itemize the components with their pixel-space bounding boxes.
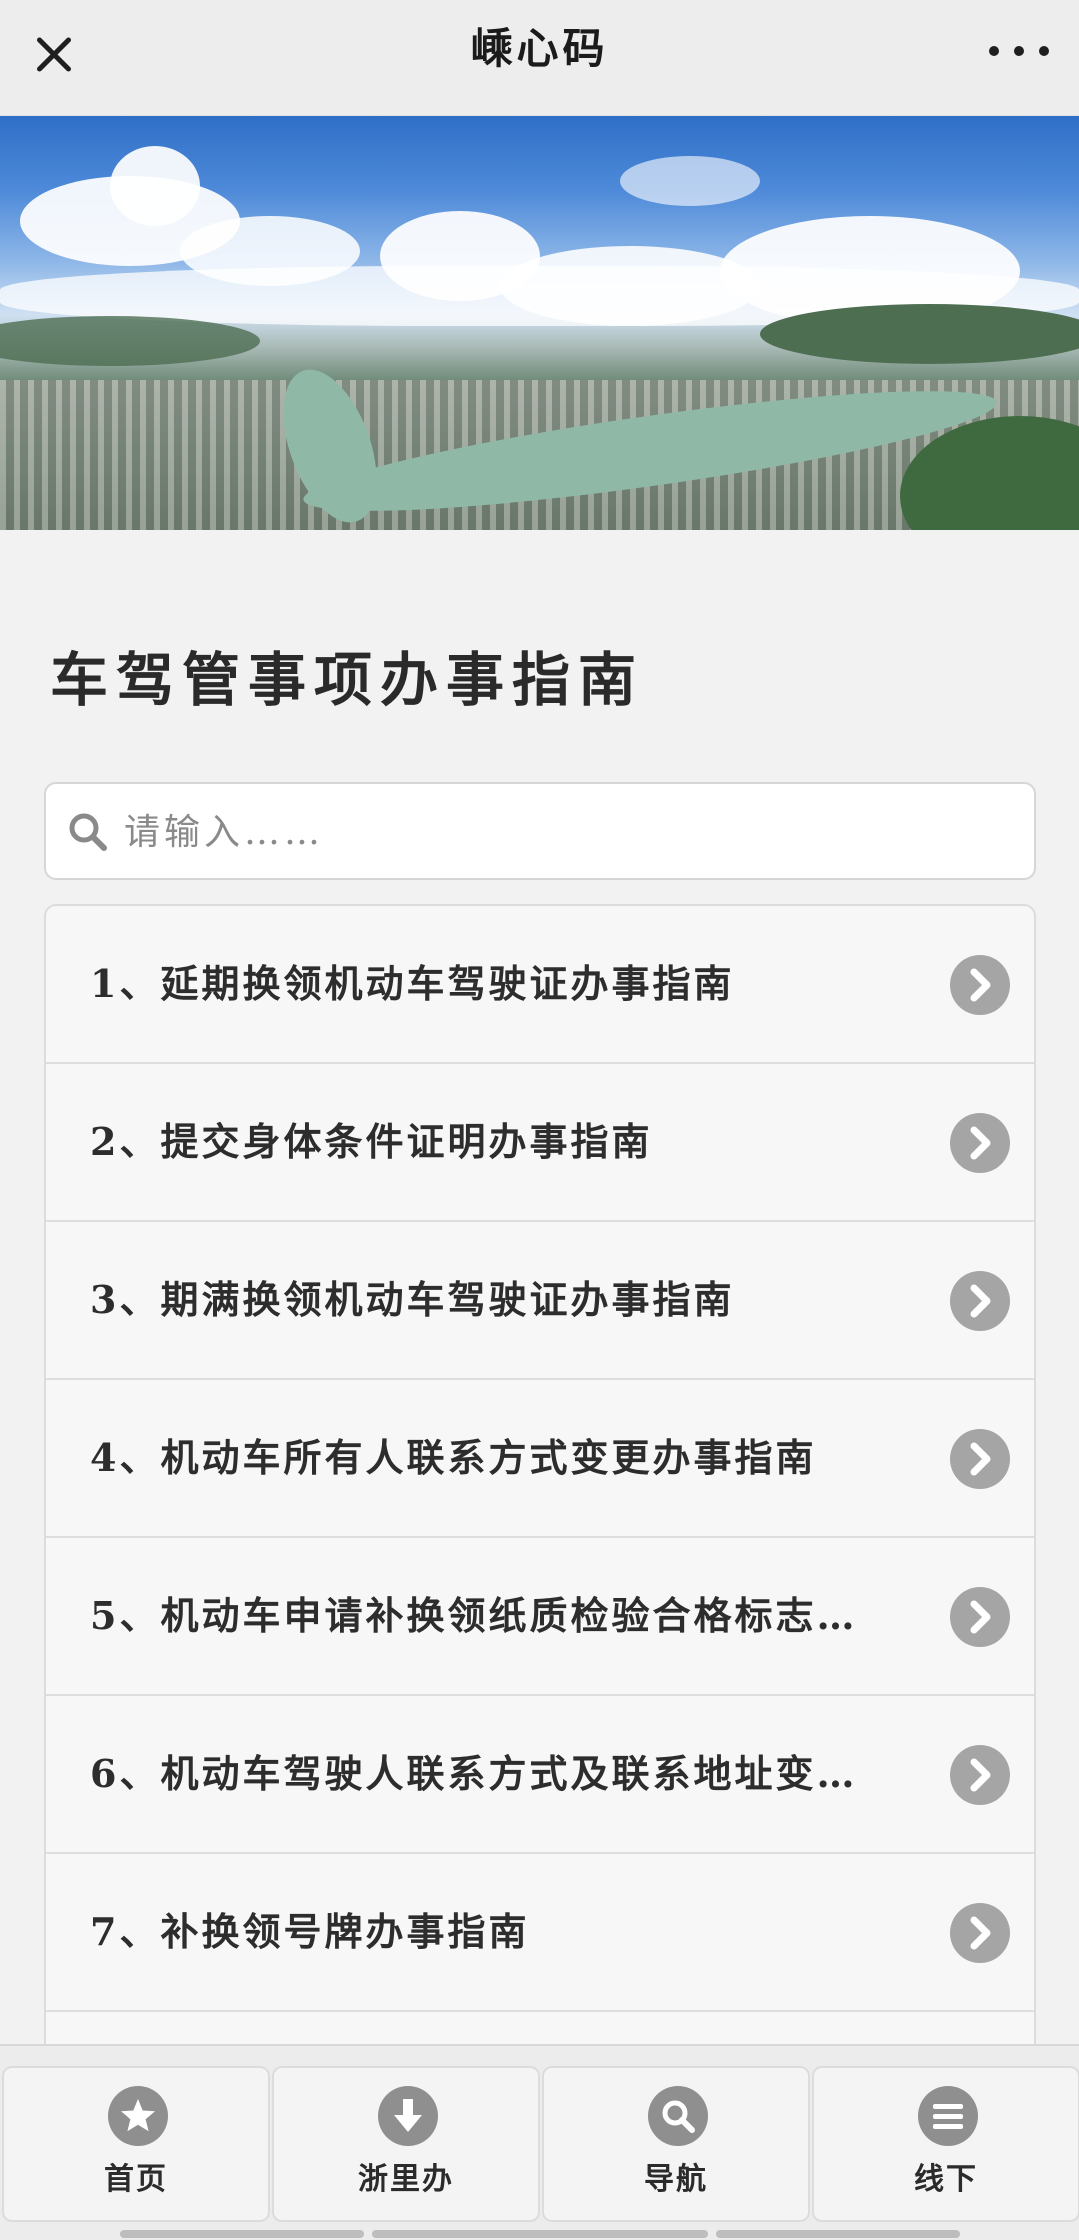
list-item[interactable]: 7、补换领号牌办事指南 [46, 1854, 1034, 2012]
chevron-right-icon [950, 1587, 1010, 1647]
list-item[interactable]: 4、机动车所有人联系方式变更办事指南 [46, 1380, 1034, 1538]
list-item-label: 5、机动车申请补换领纸质检验合格标志… [90, 1593, 858, 1638]
chevron-right-icon [950, 1271, 1010, 1331]
list-item[interactable]: 5、机动车申请补换领纸质检验合格标志… [46, 1538, 1034, 1696]
search-input[interactable] [124, 802, 1004, 862]
cloud [110, 146, 200, 226]
search-icon [648, 2086, 708, 2146]
list-item[interactable]: 2、提交身体条件证明办事指南 [46, 1064, 1034, 1222]
banner-image [0, 116, 1079, 530]
tab-zheliban[interactable]: 浙里办 [272, 2066, 540, 2222]
search-box[interactable] [44, 782, 1036, 880]
scroll-indicator [120, 2230, 364, 2238]
chevron-right-icon [950, 1429, 1010, 1489]
section-title: 车驾管事项办事指南 [50, 646, 645, 714]
guide-list: 1、延期换领机动车驾驶证办事指南 2、提交身体条件证明办事指南 3、期满换领机动车驾… [44, 904, 1036, 2044]
scroll-indicator [372, 2230, 708, 2238]
hill [0, 316, 260, 366]
more-dot [1014, 46, 1024, 56]
search-icon [62, 806, 114, 858]
list-item[interactable]: 1、延期换领机动车驾驶证办事指南 [46, 906, 1034, 1064]
list-item-label: 4、机动车所有人联系方式变更办事指南 [90, 1435, 817, 1480]
tab-navigation[interactable]: 导航 [542, 2066, 810, 2222]
list-item-label: 1、延期换领机动车驾驶证办事指南 [90, 961, 735, 1006]
tab-home[interactable]: 首页 [2, 2066, 270, 2222]
more-dot [1039, 46, 1049, 56]
list-item-label: 7、补换领号牌办事指南 [90, 1909, 530, 1954]
tab-label: 首页 [104, 2162, 168, 2197]
list-item[interactable]: 3、期满换领机动车驾驶证办事指南 [46, 1222, 1034, 1380]
chevron-right-icon [950, 955, 1010, 1015]
list-item-label: 2、提交身体条件证明办事指南 [90, 1119, 653, 1164]
scroll-indicator [716, 2230, 960, 2238]
chevron-right-icon [950, 1113, 1010, 1173]
cloud [620, 156, 760, 206]
hill [760, 304, 1079, 364]
menu-lines-icon [918, 2086, 978, 2146]
chevron-right-icon [950, 1745, 1010, 1805]
chevron-right-icon [950, 1903, 1010, 1963]
star-icon [108, 2086, 168, 2146]
list-item-label: 3、期满换领机动车驾驶证办事指南 [90, 1277, 735, 1322]
page: 嵊心码 车驾管事项办事指南 1、延期换领机动车 [0, 0, 1079, 2240]
bottom-tab-bar: 首页 浙里办 导航 线下 [0, 2044, 1079, 2240]
list-item-label: 6、机动车驾驶人联系方式及联系地址变… [90, 1751, 858, 1796]
tab-label: 导航 [644, 2162, 708, 2197]
top-nav-bar: 嵊心码 [0, 0, 1079, 116]
more-dots-icon [989, 46, 999, 56]
tab-label: 浙里办 [358, 2162, 454, 2197]
more-button[interactable] [989, 36, 1049, 66]
tab-label: 线下 [914, 2162, 978, 2197]
page-title: 嵊心码 [470, 24, 609, 73]
download-arrow-icon [378, 2086, 438, 2146]
list-item[interactable]: 6、机动车驾驶人联系方式及联系地址变… [46, 1696, 1034, 1854]
tab-offline[interactable]: 线下 [812, 2066, 1079, 2222]
